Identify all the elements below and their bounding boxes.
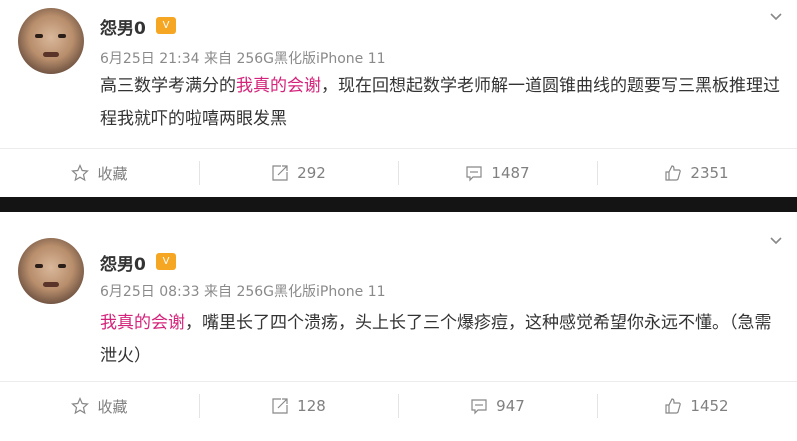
post-meta: 6月25日 21:34 来自 256G黑化版iPhone 11 <box>100 48 386 68</box>
post-date: 6月25日 <box>100 284 155 300</box>
favorite-button[interactable]: 收藏 <box>0 382 199 430</box>
favorite-label: 收藏 <box>97 397 128 416</box>
like-count: 2351 <box>690 164 729 182</box>
chevron-down-icon[interactable] <box>769 10 783 24</box>
post-source[interactable]: 256G黑化版iPhone 11 <box>236 51 385 67</box>
repost-icon <box>272 165 288 181</box>
action-bar: 收藏 128 947 1452 <box>0 381 797 430</box>
post-date: 6月25日 <box>100 51 155 67</box>
weibo-post: 怨男0 V 6月25日 21:34 来自 256G黑化版iPhone 11 高三… <box>0 0 797 197</box>
repost-button[interactable]: 292 <box>199 149 398 197</box>
post-meta: 6月25日 08:33 来自 256G黑化版iPhone 11 <box>100 281 386 301</box>
comment-button[interactable]: 947 <box>398 382 597 430</box>
avatar[interactable] <box>18 238 84 304</box>
source-prefix: 来自 <box>204 51 232 67</box>
post-content: 我真的会谢，嘴里长了四个溃疡，头上长了三个爆疹痘，这种感觉希望你永远不懂。（急需… <box>100 307 780 373</box>
thumbs-up-icon <box>665 398 682 414</box>
comment-count: 1487 <box>491 164 530 182</box>
username[interactable]: 怨男0 <box>100 250 146 275</box>
highlight-text[interactable]: 我真的会谢 <box>100 313 185 333</box>
comment-count: 947 <box>496 397 525 415</box>
repost-count: 292 <box>297 164 326 182</box>
repost-count: 128 <box>297 397 326 415</box>
favorite-label: 收藏 <box>97 164 128 183</box>
vip-badge-icon: V <box>156 253 176 270</box>
comment-icon <box>466 166 483 182</box>
like-button[interactable]: 2351 <box>597 149 796 197</box>
star-icon <box>71 397 90 415</box>
content-text: 高三数学考满分的 <box>100 76 236 96</box>
repost-icon <box>272 398 288 414</box>
like-count: 1452 <box>690 397 729 415</box>
separator-bar <box>0 197 797 212</box>
thumbs-up-icon <box>665 165 682 181</box>
action-bar: 收藏 292 1487 2351 <box>0 148 797 197</box>
avatar[interactable] <box>18 8 84 74</box>
weibo-post: 怨男0 V 6月25日 08:33 来自 256G黑化版iPhone 11 我真… <box>0 212 797 441</box>
post-source[interactable]: 256G黑化版iPhone 11 <box>236 284 385 300</box>
favorite-button[interactable]: 收藏 <box>0 149 199 197</box>
repost-button[interactable]: 128 <box>199 382 398 430</box>
comment-icon <box>471 399 487 415</box>
vip-badge-icon: V <box>156 17 176 34</box>
post-content: 高三数学考满分的我真的会谢，现在回想起数学老师解一道圆锥曲线的题要写三黑板推理过… <box>100 70 780 136</box>
chevron-down-icon[interactable] <box>769 234 783 248</box>
star-icon <box>71 164 90 182</box>
post-time: 08:33 <box>159 284 200 300</box>
username[interactable]: 怨男0 <box>100 14 146 39</box>
comment-button[interactable]: 1487 <box>398 149 597 197</box>
content-text: ，嘴里长了四个溃疡，头上长了三个爆疹痘，这种感觉希望你永远不懂。（急需泄火） <box>100 313 772 366</box>
like-button[interactable]: 1452 <box>597 382 796 430</box>
source-prefix: 来自 <box>204 284 232 300</box>
post-time: 21:34 <box>159 51 200 67</box>
highlight-text[interactable]: 我真的会谢 <box>236 76 321 96</box>
